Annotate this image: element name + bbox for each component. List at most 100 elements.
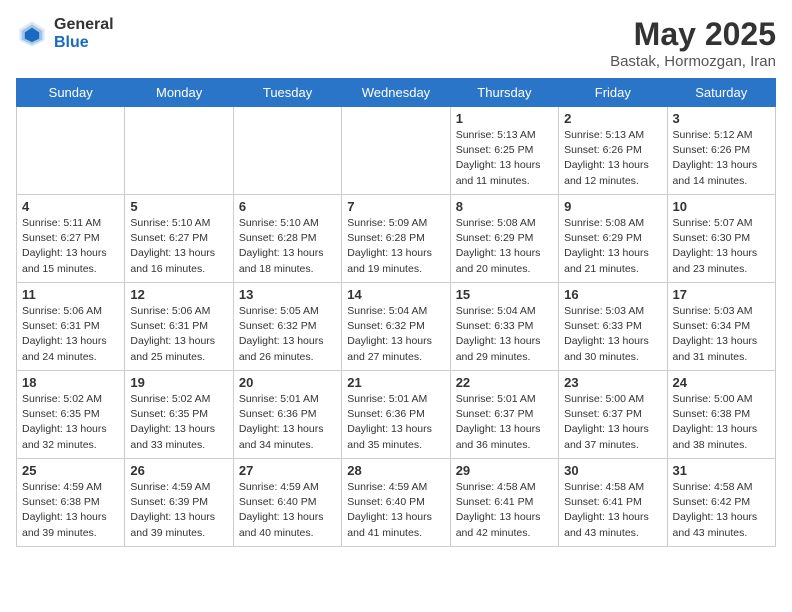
month-year: May 2025 xyxy=(610,16,776,53)
logo-general: General xyxy=(54,16,114,34)
calendar-cell: 5 Sunrise: 5:10 AMSunset: 6:27 PMDaylight… xyxy=(125,195,233,283)
calendar-cell: 29 Sunrise: 4:58 AMSunset: 6:41 PMDayligh… xyxy=(450,459,558,547)
day-number: 1 xyxy=(456,111,553,126)
day-number: 2 xyxy=(564,111,661,126)
calendar-cell: 31Sunrise: 4:58 AMSunset: 6:42 PMDayligh… xyxy=(667,459,775,547)
week-row: 11 Sunrise: 5:06 AMSunset: 6:31 PMDayligh… xyxy=(17,283,776,371)
day-number: 8 xyxy=(456,199,553,214)
weekday-header: Thursday xyxy=(450,79,558,107)
week-row: 18 Sunrise: 5:02 AMSunset: 6:35 PMDayligh… xyxy=(17,371,776,459)
calendar-cell: 8 Sunrise: 5:08 AMSunset: 6:29 PMDaylight… xyxy=(450,195,558,283)
weekday-header: Friday xyxy=(559,79,667,107)
weekday-header: Wednesday xyxy=(342,79,450,107)
day-info: Sunrise: 5:11 AMSunset: 6:27 PMDaylight:… xyxy=(22,216,119,277)
calendar-cell: 22Sunrise: 5:01 AMSunset: 6:37 PMDayligh… xyxy=(450,371,558,459)
day-info: Sunrise: 5:02 AMSunset: 6:35 PMDaylight:… xyxy=(130,392,227,453)
weekday-header: Sunday xyxy=(17,79,125,107)
day-info: Sunrise: 4:59 AMSunset: 6:40 PMDaylight:… xyxy=(347,480,444,541)
day-info: Sunrise: 5:13 AMSunset: 6:25 PMDaylight:… xyxy=(456,128,553,189)
day-info: Sunrise: 5:04 AMSunset: 6:33 PMDaylight:… xyxy=(456,304,553,365)
day-number: 21 xyxy=(347,375,444,390)
day-number: 4 xyxy=(22,199,119,214)
day-info: Sunrise: 5:12 AMSunset: 6:26 PMDaylight:… xyxy=(673,128,770,189)
day-number: 7 xyxy=(347,199,444,214)
logo-icon xyxy=(16,18,48,50)
week-row: 25Sunrise: 4:59 AMSunset: 6:38 PMDayligh… xyxy=(17,459,776,547)
day-number: 23 xyxy=(564,375,661,390)
calendar-cell: 13 Sunrise: 5:05 AMSunset: 6:32 PMDayligh… xyxy=(233,283,341,371)
calendar-cell: 23 Sunrise: 5:00 AMSunset: 6:37 PMDayligh… xyxy=(559,371,667,459)
day-info: Sunrise: 5:09 AMSunset: 6:28 PMDaylight:… xyxy=(347,216,444,277)
day-info: Sunrise: 5:03 AMSunset: 6:34 PMDaylight:… xyxy=(673,304,770,365)
weekday-header: Tuesday xyxy=(233,79,341,107)
calendar-cell xyxy=(17,107,125,195)
calendar-cell: 3 Sunrise: 5:12 AMSunset: 6:26 PMDaylight… xyxy=(667,107,775,195)
day-info: Sunrise: 4:59 AMSunset: 6:38 PMDaylight:… xyxy=(22,480,119,541)
calendar-table: SundayMondayTuesdayWednesdayThursdayFrid… xyxy=(16,78,776,547)
day-info: Sunrise: 4:58 AMSunset: 6:41 PMDaylight:… xyxy=(456,480,553,541)
calendar-cell: 17 Sunrise: 5:03 AMSunset: 6:34 PMDayligh… xyxy=(667,283,775,371)
day-info: Sunrise: 5:10 AMSunset: 6:28 PMDaylight:… xyxy=(239,216,336,277)
day-number: 5 xyxy=(130,199,227,214)
calendar-cell: 14Sunrise: 5:04 AMSunset: 6:32 PMDayligh… xyxy=(342,283,450,371)
day-number: 19 xyxy=(130,375,227,390)
day-info: Sunrise: 5:01 AMSunset: 6:37 PMDaylight:… xyxy=(456,392,553,453)
calendar-cell xyxy=(125,107,233,195)
day-info: Sunrise: 5:06 AMSunset: 6:31 PMDaylight:… xyxy=(22,304,119,365)
calendar-cell: 16Sunrise: 5:03 AMSunset: 6:33 PMDayligh… xyxy=(559,283,667,371)
calendar-cell: 9Sunrise: 5:08 AMSunset: 6:29 PMDaylight… xyxy=(559,195,667,283)
day-number: 16 xyxy=(564,287,661,302)
week-row: 1 Sunrise: 5:13 AMSunset: 6:25 PMDaylight… xyxy=(17,107,776,195)
calendar-cell: 11 Sunrise: 5:06 AMSunset: 6:31 PMDayligh… xyxy=(17,283,125,371)
day-number: 12 xyxy=(130,287,227,302)
calendar-cell: 19 Sunrise: 5:02 AMSunset: 6:35 PMDayligh… xyxy=(125,371,233,459)
day-number: 26 xyxy=(130,463,227,478)
day-number: 28 xyxy=(347,463,444,478)
day-info: Sunrise: 5:00 AMSunset: 6:37 PMDaylight:… xyxy=(564,392,661,453)
calendar-cell: 1 Sunrise: 5:13 AMSunset: 6:25 PMDaylight… xyxy=(450,107,558,195)
logo-blue: Blue xyxy=(54,34,114,52)
day-info: Sunrise: 5:00 AMSunset: 6:38 PMDaylight:… xyxy=(673,392,770,453)
calendar-cell: 21Sunrise: 5:01 AMSunset: 6:36 PMDayligh… xyxy=(342,371,450,459)
location: Bastak, Hormozgan, Iran xyxy=(610,53,776,70)
day-info: Sunrise: 5:10 AMSunset: 6:27 PMDaylight:… xyxy=(130,216,227,277)
day-info: Sunrise: 5:07 AMSunset: 6:30 PMDaylight:… xyxy=(673,216,770,277)
calendar-cell: 27 Sunrise: 4:59 AMSunset: 6:40 PMDayligh… xyxy=(233,459,341,547)
logo: General Blue xyxy=(16,16,114,51)
title-block: May 2025 Bastak, Hormozgan, Iran xyxy=(610,16,776,70)
day-number: 9 xyxy=(564,199,661,214)
calendar-cell: 24 Sunrise: 5:00 AMSunset: 6:38 PMDayligh… xyxy=(667,371,775,459)
calendar-cell: 28 Sunrise: 4:59 AMSunset: 6:40 PMDayligh… xyxy=(342,459,450,547)
day-number: 27 xyxy=(239,463,336,478)
day-number: 30 xyxy=(564,463,661,478)
calendar-cell: 20 Sunrise: 5:01 AMSunset: 6:36 PMDayligh… xyxy=(233,371,341,459)
page-header: General Blue May 2025 Bastak, Hormozgan,… xyxy=(16,16,776,70)
day-info: Sunrise: 4:58 AMSunset: 6:41 PMDaylight:… xyxy=(564,480,661,541)
day-number: 11 xyxy=(22,287,119,302)
day-info: Sunrise: 5:02 AMSunset: 6:35 PMDaylight:… xyxy=(22,392,119,453)
day-number: 29 xyxy=(456,463,553,478)
day-info: Sunrise: 5:08 AMSunset: 6:29 PMDaylight:… xyxy=(456,216,553,277)
logo-text: General Blue xyxy=(54,16,114,51)
day-number: 24 xyxy=(673,375,770,390)
day-number: 18 xyxy=(22,375,119,390)
day-number: 3 xyxy=(673,111,770,126)
day-info: Sunrise: 5:01 AMSunset: 6:36 PMDaylight:… xyxy=(239,392,336,453)
calendar-cell: 30 Sunrise: 4:58 AMSunset: 6:41 PMDayligh… xyxy=(559,459,667,547)
day-info: Sunrise: 5:05 AMSunset: 6:32 PMDaylight:… xyxy=(239,304,336,365)
day-info: Sunrise: 5:06 AMSunset: 6:31 PMDaylight:… xyxy=(130,304,227,365)
day-info: Sunrise: 4:59 AMSunset: 6:40 PMDaylight:… xyxy=(239,480,336,541)
calendar-cell xyxy=(233,107,341,195)
day-info: Sunrise: 5:13 AMSunset: 6:26 PMDaylight:… xyxy=(564,128,661,189)
calendar-cell: 15Sunrise: 5:04 AMSunset: 6:33 PMDayligh… xyxy=(450,283,558,371)
day-number: 6 xyxy=(239,199,336,214)
calendar-cell: 12 Sunrise: 5:06 AMSunset: 6:31 PMDayligh… xyxy=(125,283,233,371)
weekday-header-row: SundayMondayTuesdayWednesdayThursdayFrid… xyxy=(17,79,776,107)
day-number: 17 xyxy=(673,287,770,302)
day-number: 10 xyxy=(673,199,770,214)
day-number: 20 xyxy=(239,375,336,390)
day-number: 14 xyxy=(347,287,444,302)
day-number: 13 xyxy=(239,287,336,302)
week-row: 4 Sunrise: 5:11 AMSunset: 6:27 PMDaylight… xyxy=(17,195,776,283)
calendar-cell: 18 Sunrise: 5:02 AMSunset: 6:35 PMDayligh… xyxy=(17,371,125,459)
